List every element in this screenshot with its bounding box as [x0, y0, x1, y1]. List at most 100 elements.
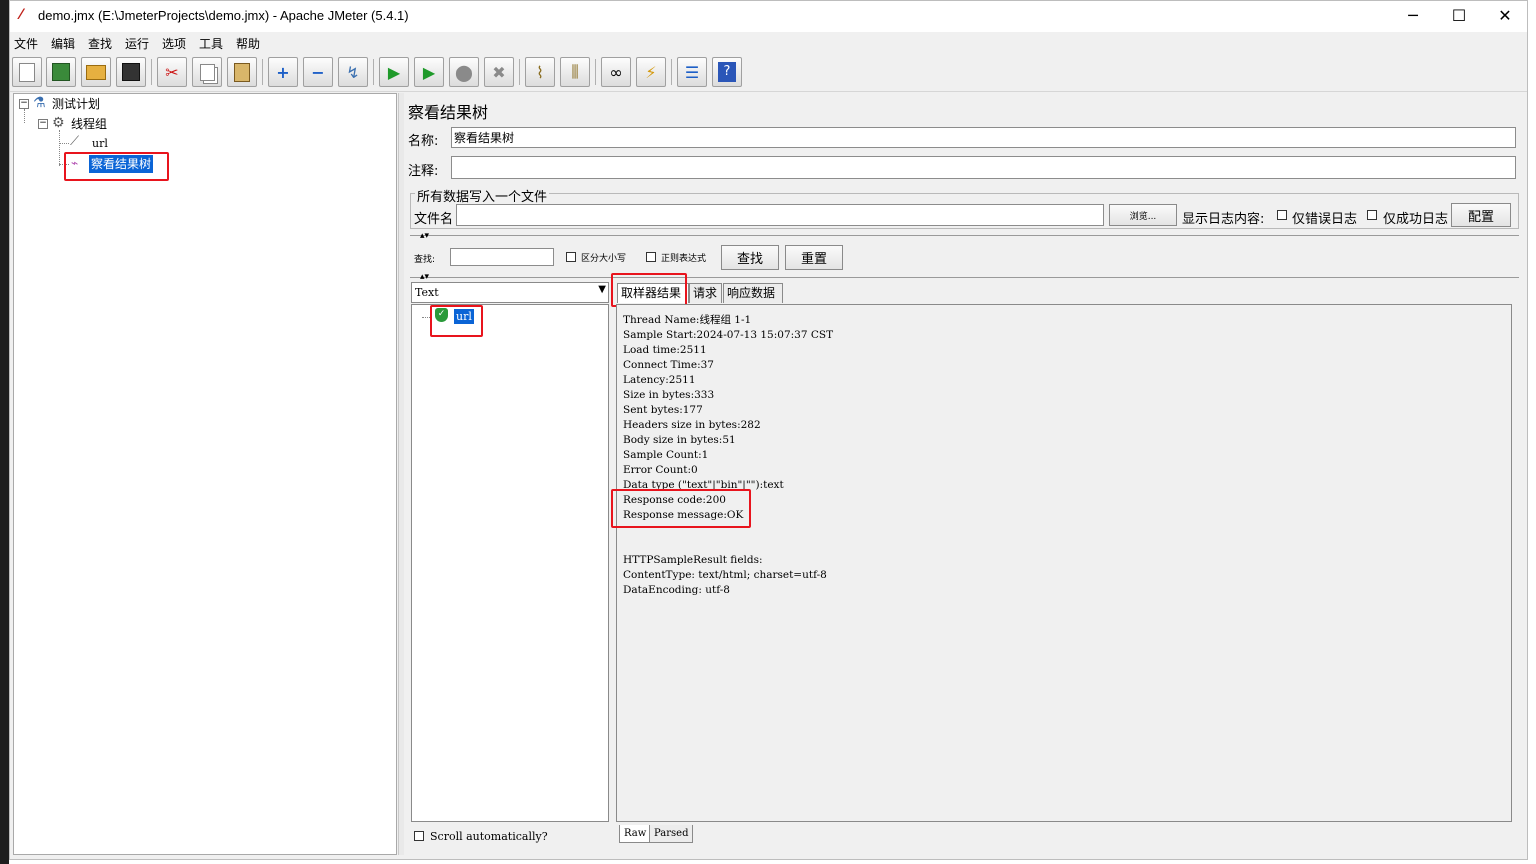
filename-label: 文件名: [414, 212, 454, 227]
renderer-select[interactable]: Text ▼: [411, 282, 609, 303]
scroll-auto-checkbox[interactable]: [414, 831, 424, 841]
play-no-pause-icon: ▶: [422, 62, 436, 82]
broom-icon: ⌇: [536, 62, 544, 82]
menu-run[interactable]: 运行: [125, 35, 149, 52]
splitter-arrows-icon[interactable]: ▴▾: [420, 272, 429, 282]
help-button[interactable]: ?: [712, 57, 742, 87]
results-tree-list: ✓ url: [411, 304, 609, 822]
menu-options[interactable]: 选项: [162, 35, 186, 52]
copy-button[interactable]: [192, 57, 222, 87]
toggle-icon: ↯: [346, 62, 360, 82]
result-line: Sample Count:1: [623, 449, 709, 461]
templates-icon: [52, 63, 70, 81]
start-button[interactable]: ▶: [379, 57, 409, 87]
collapse-all-button[interactable]: −: [303, 57, 333, 87]
save-button[interactable]: [116, 57, 146, 87]
panel-splitter[interactable]: [398, 93, 404, 855]
paste-button[interactable]: [227, 57, 257, 87]
splitter-arrows-icon[interactable]: ▴▾: [420, 231, 429, 241]
result-line: Load time:2511: [623, 344, 707, 356]
menu-file[interactable]: 文件: [14, 35, 38, 52]
new-button[interactable]: [12, 57, 42, 87]
pipette-icon: ⟋: [70, 134, 80, 149]
result-line: Latency:2511: [623, 374, 696, 386]
shutdown-icon: ✖: [492, 62, 506, 82]
reset-broom-icon: ⚡: [645, 62, 657, 82]
tree-node-thread-group[interactable]: 线程组: [71, 115, 107, 133]
reset-search-button[interactable]: ⚡: [636, 57, 666, 87]
tab-response-data[interactable]: 响应数据: [723, 283, 783, 303]
shutdown-button[interactable]: ✖: [484, 57, 514, 87]
search-button[interactable]: ∞: [601, 57, 631, 87]
tree-line: [59, 143, 69, 144]
toolbar-separator: [151, 59, 152, 85]
renderer-selected: Text: [415, 286, 439, 299]
cut-icon: ✂: [165, 62, 179, 82]
stop-button[interactable]: ⬤: [449, 57, 479, 87]
tree-line: [59, 130, 60, 166]
stop-icon: ⬤: [455, 62, 473, 82]
highlight-box: [430, 305, 483, 337]
configure-button[interactable]: 配置: [1451, 203, 1511, 227]
toolbar-separator: [671, 59, 672, 85]
jmeter-window: ⁄ demo.jmx (E:\JmeterProjects\demo.jmx) …: [9, 0, 1528, 860]
copy-icon: [199, 63, 215, 81]
menu-help[interactable]: 帮助: [236, 35, 260, 52]
search-input[interactable]: [450, 248, 554, 266]
browse-button[interactable]: 浏览...: [1109, 204, 1177, 226]
tab-parsed[interactable]: Parsed: [649, 825, 694, 843]
clear-button[interactable]: ⌇: [525, 57, 555, 87]
toolbar-separator: [373, 59, 374, 85]
binoculars-icon: ∞: [609, 62, 623, 82]
comment-input[interactable]: [451, 156, 1516, 179]
menu-tools[interactable]: 工具: [199, 35, 223, 52]
result-line: Sample Start:2024-07-13 15:07:37 CST: [623, 329, 834, 341]
cut-button[interactable]: ✂: [157, 57, 187, 87]
tree-line: [24, 109, 25, 123]
name-input[interactable]: 察看结果树: [451, 127, 1516, 148]
start-no-pauses-button[interactable]: ▶: [414, 57, 444, 87]
highlight-box: [611, 273, 687, 307]
result-line: ContentType: text/html; charset=utf-8: [623, 569, 827, 581]
broom-all-icon: ⫼: [571, 62, 579, 81]
success-only-checkbox[interactable]: [1367, 210, 1377, 220]
errors-only-checkbox[interactable]: [1277, 210, 1287, 220]
search-label: 查找:: [414, 255, 436, 265]
case-sensitive-label: 区分大小写: [581, 254, 627, 264]
highlight-box: [611, 489, 751, 528]
result-line: Sent bytes:177: [623, 404, 703, 416]
reset-button[interactable]: 重置: [785, 245, 843, 270]
close-button[interactable]: ✕: [1482, 1, 1528, 32]
name-label: 名称:: [408, 134, 439, 149]
tree-node-url[interactable]: url: [92, 135, 108, 153]
find-button[interactable]: 查找: [721, 245, 779, 270]
function-helper-button[interactable]: ☰: [677, 57, 707, 87]
save-icon: [122, 63, 140, 81]
tree-node-test-plan[interactable]: 测试计划: [52, 95, 100, 113]
clear-all-button[interactable]: ⫼: [560, 57, 590, 87]
maximize-button[interactable]: ☐: [1436, 1, 1482, 32]
title-bar: ⁄ demo.jmx (E:\JmeterProjects\demo.jmx) …: [10, 1, 1527, 32]
play-icon: ▶: [387, 62, 401, 82]
case-sensitive-checkbox[interactable]: [566, 252, 576, 262]
chevron-down-icon: ▼: [598, 284, 606, 295]
result-line: Error Count:0: [623, 464, 698, 476]
menu-edit[interactable]: 编辑: [51, 35, 75, 52]
menu-search[interactable]: 查找: [88, 35, 112, 52]
templates-button[interactable]: [46, 57, 76, 87]
splitter-line: [410, 235, 1519, 236]
paste-icon: [234, 62, 250, 82]
collapse-thread-group-toggle[interactable]: −: [38, 119, 48, 129]
tab-request[interactable]: 请求: [689, 283, 722, 303]
menu-bar: 文件 编辑 查找 运行 选项 工具 帮助: [10, 32, 1527, 53]
filename-input[interactable]: [456, 204, 1104, 226]
minimize-button[interactable]: ─: [1390, 1, 1436, 32]
collapse-test-plan-toggle[interactable]: −: [19, 99, 29, 109]
open-button[interactable]: [81, 57, 111, 87]
toggle-button[interactable]: ↯: [338, 57, 368, 87]
toolbar-separator: [262, 59, 263, 85]
expand-all-button[interactable]: +: [268, 57, 298, 87]
regex-checkbox[interactable]: [646, 252, 656, 262]
tab-raw[interactable]: Raw: [619, 825, 652, 843]
new-icon: [19, 62, 35, 82]
